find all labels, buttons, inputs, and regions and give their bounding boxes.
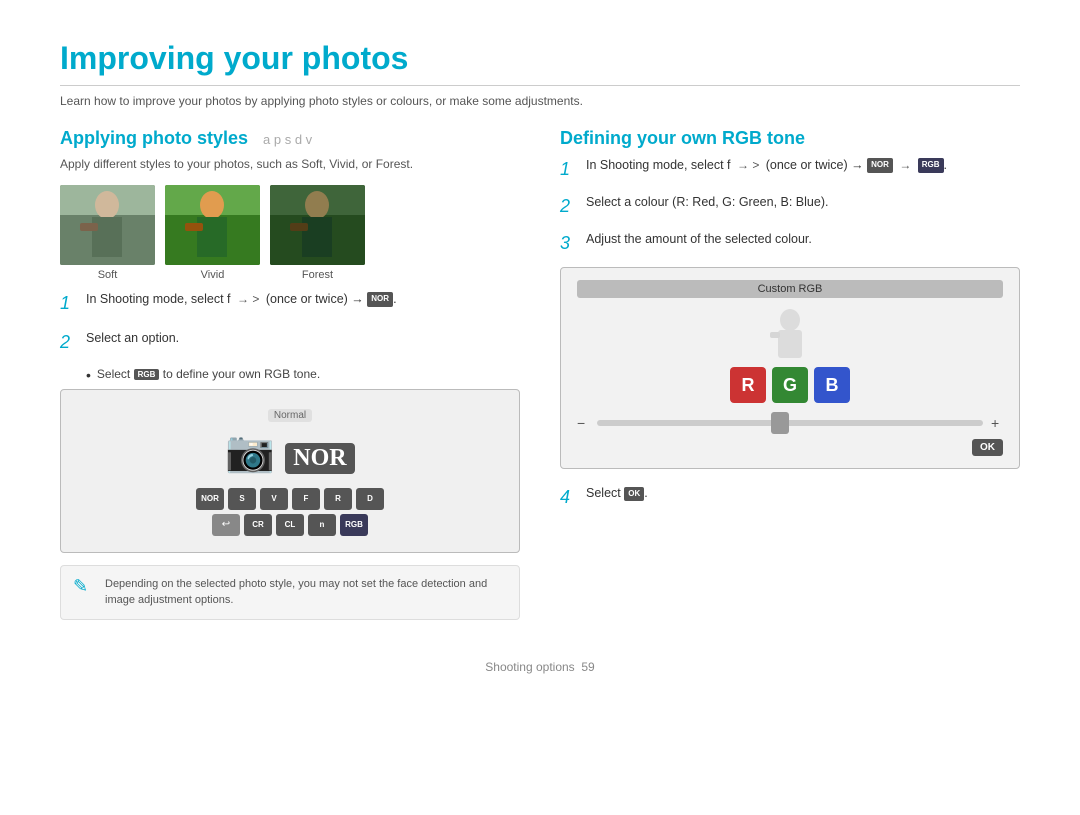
left-section-title: Applying photo styles a p s d v (60, 128, 520, 149)
rgb-slider-thumb[interactable] (771, 412, 789, 434)
icon-n: n (308, 514, 336, 536)
photo-forest-label: Forest (270, 269, 365, 281)
note-text: Depending on the selected photo style, y… (105, 576, 507, 609)
left-step2: 2 Select an option. (60, 328, 520, 357)
right-step3: 3 Adjust the amount of the selected colo… (560, 229, 1020, 258)
icon-f: F (292, 488, 320, 510)
rgb-header: Custom RGB (577, 280, 1003, 298)
nor-icon-step1: NOR (367, 292, 393, 307)
icon-row-1: NOR S V F R D (196, 488, 384, 510)
bullet-rgb: • Select RGB to define your own RGB tone… (86, 367, 520, 383)
note-icon: ✎ (73, 576, 95, 597)
note-box: ✎ Depending on the selected photo style,… (60, 565, 520, 620)
rgb-icon-bullet: RGB (134, 369, 160, 380)
ok-icon-step4: OK (624, 487, 644, 502)
rgb-slider-track[interactable] (597, 420, 983, 426)
camera-ui-box: Normal 📷 NOR NOR S V F R D ↩ CR CL (60, 389, 520, 553)
icon-r: R (324, 488, 352, 510)
icon-rgb: RGB (340, 514, 368, 536)
right-step2: 2 Select a colour (R: Red, G: Green, B: … (560, 192, 1020, 221)
left-step1: 1 In Shooting mode, select f → > (once o… (60, 289, 520, 318)
camera-normal-label: Normal (268, 409, 312, 422)
footer: Shooting options 59 (60, 650, 1020, 674)
photo-vivid-label: Vivid (165, 269, 260, 281)
rgb-g-button[interactable]: G (772, 367, 808, 403)
photo-forest: Forest (270, 185, 365, 281)
rgb-ok-button[interactable]: OK (972, 439, 1003, 456)
icon-cr: CR (244, 514, 272, 536)
rgb-ui-box: Custom RGB R G B − + (560, 267, 1020, 469)
icon-nor: NOR (196, 488, 224, 510)
rgb-r-button[interactable]: R (730, 367, 766, 403)
icon-row-2: ↩ CR CL n RGB (212, 514, 368, 536)
right-section-title: Defining your own RGB tone (560, 128, 1020, 149)
icon-grid: NOR S V F R D ↩ CR CL n RGB (77, 488, 503, 536)
icon-s: S (228, 488, 256, 510)
photo-vivid: Vivid (165, 185, 260, 281)
right-step4: 4 Select OK. (560, 483, 1020, 512)
rgb-slider-row: − + (577, 415, 1003, 431)
icon-v: V (260, 488, 288, 510)
icon-cl: CL (276, 514, 304, 536)
nor-icon-right: NOR (867, 158, 893, 173)
rgb-ok-row: OK (577, 439, 1003, 456)
page-subtitle: Learn how to improve your photos by appl… (60, 94, 1020, 108)
rgb-buttons: R G B (577, 367, 1003, 403)
right-column: Defining your own RGB tone 1 In Shooting… (560, 128, 1020, 620)
photo-samples-row: Soft Vivid (60, 185, 520, 281)
icon-back: ↩ (212, 514, 240, 536)
icon-d: D (356, 488, 384, 510)
rgb-icon-right: RGB (918, 158, 944, 173)
photo-soft: Soft (60, 185, 155, 281)
nor-big-btn: NOR (285, 443, 354, 474)
slider-plus: + (991, 415, 1003, 431)
camera-nor-icon: 📷 NOR (77, 428, 503, 478)
rgb-b-button[interactable]: B (814, 367, 850, 403)
right-step1: 1 In Shooting mode, select f → > (once o… (560, 155, 1020, 184)
rgb-person-area (577, 308, 1003, 361)
slider-minus: − (577, 415, 589, 431)
page-title: Improving your photos (60, 40, 1020, 86)
left-column: Applying photo styles a p s d v Apply di… (60, 128, 520, 620)
left-section-desc: Apply different styles to your photos, s… (60, 155, 520, 173)
photo-soft-label: Soft (60, 269, 155, 281)
